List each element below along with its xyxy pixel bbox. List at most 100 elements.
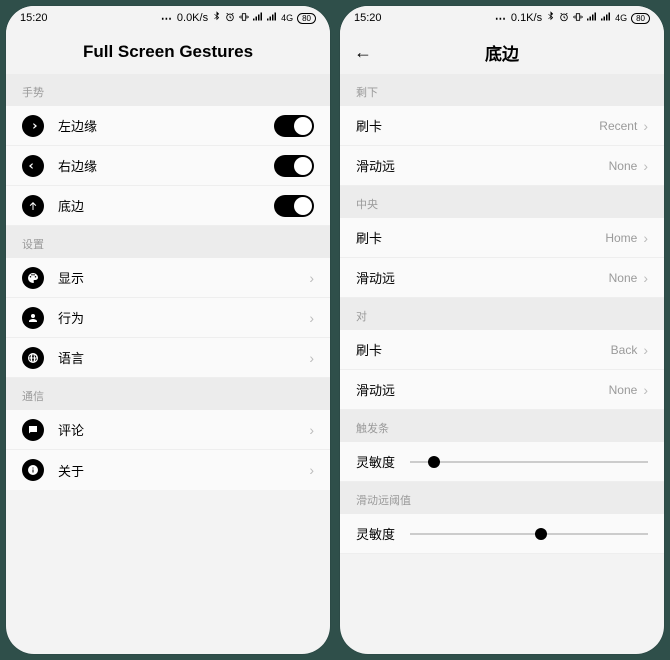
section-header-gestures: 手势 — [6, 74, 330, 106]
chevron-right-icon: › — [643, 270, 648, 286]
status-bar: 15:20 ⋯ 0.0K/s 4G 80 — [6, 6, 330, 30]
slider-label: 灵敏度 — [356, 524, 410, 543]
row-label: 语言 — [58, 348, 309, 367]
slider-label: 灵敏度 — [356, 452, 410, 471]
status-bar: 15:20 ⋯ 0.1K/s 4G 80 — [340, 6, 664, 30]
signal-label: 4G — [615, 13, 627, 23]
toggle-switch[interactable] — [274, 115, 314, 137]
phone-left: 15:20 ⋯ 0.0K/s 4G 80 Full Screen Gesture… — [6, 6, 330, 654]
chevron-right-icon: › — [309, 462, 314, 478]
section-header-comm: 通信 — [6, 378, 330, 410]
more-icon: ⋯ — [161, 12, 173, 25]
slider-thumb — [428, 456, 440, 468]
slider-row-sensitivity-2: 灵敏度 — [340, 514, 664, 554]
section-header-cft: 触发条 — [340, 410, 664, 442]
row-swipe-dui[interactable]: 刷卡 Back › — [340, 330, 664, 370]
row-comments[interactable]: 评论 › — [6, 410, 330, 450]
section-header-sx: 剩下 — [340, 74, 664, 106]
row-label: 滑动远 — [356, 156, 609, 175]
row-label: 滑动远 — [356, 380, 609, 399]
phone-right: 15:20 ⋯ 0.1K/s 4G 80 ← 底边 剩 — [340, 6, 664, 654]
bluetooth-icon — [212, 11, 221, 25]
row-language[interactable]: 语言 › — [6, 338, 330, 378]
row-swipe-far-sx[interactable]: 滑动远 None › — [340, 146, 664, 186]
chevron-right-icon: › — [643, 382, 648, 398]
signal-label: 4G — [281, 13, 293, 23]
row-label: 关于 — [58, 461, 309, 480]
row-value: None — [609, 383, 638, 397]
section-header-settings: 设置 — [6, 226, 330, 258]
arrow-left-icon — [22, 155, 44, 177]
row-left-edge[interactable]: 左边缘 — [6, 106, 330, 146]
vibrate-icon — [239, 12, 249, 25]
arrow-up-icon — [22, 195, 44, 217]
status-time: 15:20 — [354, 12, 382, 24]
chevron-right-icon: › — [309, 310, 314, 326]
row-value: Back — [611, 343, 638, 357]
section-header-dui: 对 — [340, 298, 664, 330]
back-button[interactable]: ← — [354, 42, 372, 63]
row-swipe-far-zy[interactable]: 滑动远 None › — [340, 258, 664, 298]
row-swipe-zy[interactable]: 刷卡 Home › — [340, 218, 664, 258]
toggle-switch[interactable] — [274, 195, 314, 217]
battery-icon: 80 — [631, 13, 650, 24]
alarm-icon — [559, 12, 569, 25]
section-header-zy: 中央 — [340, 186, 664, 218]
row-value: None — [609, 159, 638, 173]
row-value: Recent — [599, 119, 637, 133]
chevron-right-icon: › — [309, 422, 314, 438]
page-title: 底边 — [485, 40, 519, 65]
sensitivity-slider-1[interactable] — [410, 454, 648, 470]
toggle-switch[interactable] — [274, 155, 314, 177]
row-label: 底边 — [58, 196, 274, 215]
row-right-edge[interactable]: 右边缘 — [6, 146, 330, 186]
signal-icon — [253, 12, 263, 24]
chevron-right-icon: › — [643, 118, 648, 134]
signal-icon-2 — [267, 12, 277, 24]
vibrate-icon — [573, 12, 583, 25]
row-about[interactable]: 关于 › — [6, 450, 330, 490]
palette-icon — [22, 267, 44, 289]
page-title: Full Screen Gestures — [83, 42, 253, 62]
row-label: 行为 — [58, 308, 309, 327]
bluetooth-icon — [546, 11, 555, 25]
slider-row-sensitivity-1: 灵敏度 — [340, 442, 664, 482]
net-speed: 0.1K/s — [511, 12, 542, 24]
section-header-hdy: 滑动远阈值 — [340, 482, 664, 514]
row-swipe-far-dui[interactable]: 滑动远 None › — [340, 370, 664, 410]
row-label: 刷卡 — [356, 228, 605, 247]
chevron-right-icon: › — [643, 342, 648, 358]
signal-icon-2 — [601, 12, 611, 24]
row-display[interactable]: 显示 › — [6, 258, 330, 298]
arrow-right-icon — [22, 115, 44, 137]
slider-thumb — [535, 528, 547, 540]
row-label: 显示 — [58, 268, 309, 287]
title-bar: ← 底边 — [340, 30, 664, 74]
row-label: 刷卡 — [356, 116, 599, 135]
person-icon — [22, 307, 44, 329]
row-label: 滑动远 — [356, 268, 609, 287]
net-speed: 0.0K/s — [177, 12, 208, 24]
chevron-right-icon: › — [643, 230, 648, 246]
chevron-right-icon: › — [309, 270, 314, 286]
row-value: Home — [605, 231, 637, 245]
globe-icon — [22, 347, 44, 369]
more-icon: ⋯ — [495, 12, 507, 25]
row-behavior[interactable]: 行为 › — [6, 298, 330, 338]
chevron-right-icon: › — [643, 158, 648, 174]
row-label: 刷卡 — [356, 340, 611, 359]
sensitivity-slider-2[interactable] — [410, 526, 648, 542]
battery-icon: 80 — [297, 13, 316, 24]
row-swipe-sx[interactable]: 刷卡 Recent › — [340, 106, 664, 146]
alarm-icon — [225, 12, 235, 25]
info-icon — [22, 459, 44, 481]
row-label: 右边缘 — [58, 156, 274, 175]
row-label: 评论 — [58, 420, 309, 439]
chat-icon — [22, 419, 44, 441]
row-value: None — [609, 271, 638, 285]
signal-icon — [587, 12, 597, 24]
row-label: 左边缘 — [58, 116, 274, 135]
chevron-right-icon: › — [309, 350, 314, 366]
row-bottom-edge[interactable]: 底边 — [6, 186, 330, 226]
status-time: 15:20 — [20, 12, 48, 24]
